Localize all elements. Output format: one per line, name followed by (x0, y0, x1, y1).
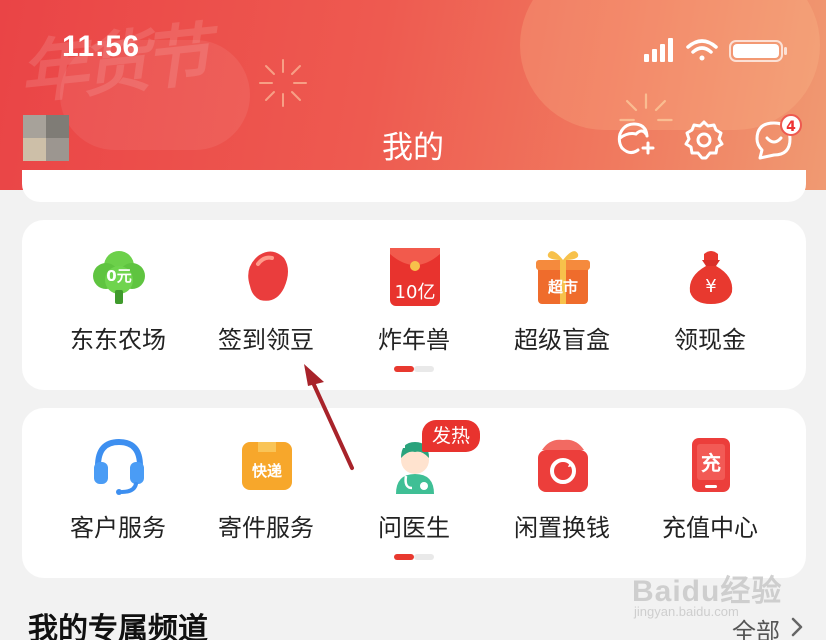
annotation-arrow-icon (304, 364, 354, 470)
package-icon: 快递 (242, 442, 292, 490)
watermark-url: jingyan.baidu.com (634, 604, 739, 619)
service-item-resell[interactable]: 闲置换钱 (488, 434, 636, 544)
tree-icon-text: 0元 (106, 267, 131, 285)
gift-box-icon: 超市 (536, 251, 590, 304)
wifi-icon (686, 39, 718, 61)
firework-decoration (259, 59, 307, 107)
service-item-mystery-box[interactable]: 超市 超级盲盒 (488, 246, 636, 356)
page-dot (414, 554, 434, 560)
money-bag-text: ¥ (705, 276, 716, 297)
service-label: 炸年兽 (378, 326, 450, 354)
recycle-icon (538, 439, 588, 492)
page-dot-active (394, 366, 414, 372)
add-friend-icon[interactable] (612, 118, 656, 162)
service-label: 签到领豆 (218, 326, 314, 354)
service-label: 东东农场 (70, 326, 166, 354)
account-card-bottom (22, 170, 806, 202)
service-label: 寄件服务 (218, 514, 314, 542)
gift-box-text: 超市 (547, 278, 578, 296)
phone-recharge-icon: 充 (692, 438, 730, 492)
signal-icon (644, 38, 673, 62)
service-label: 问医生 (378, 514, 450, 542)
settings-icon[interactable] (682, 118, 726, 162)
service-label: 客户服务 (70, 514, 166, 542)
services-card-1: 0元 东东农场 签到领豆 10亿 炸年兽 超市 超级盲盒 ¥ 领现金 (22, 220, 806, 390)
page-indicator (394, 366, 434, 372)
service-item-customer-service[interactable]: 客户服务 (44, 434, 192, 544)
package-text: 快递 (252, 462, 282, 480)
battery-icon (729, 40, 787, 62)
headset-icon (94, 438, 144, 495)
services-card-2: 客户服务 快递 寄件服务 问医生 闲置换钱 充 充值中心 (22, 408, 806, 578)
envelope-text: 10亿 (395, 282, 436, 303)
money-bag-icon: ¥ (689, 251, 733, 304)
status-time: 11:56 (62, 30, 140, 63)
service-label: 闲置换钱 (514, 514, 610, 542)
service-item-checkin-beans[interactable]: 签到领豆 (192, 246, 340, 356)
page-dot (414, 366, 434, 372)
message-badge: 4 (780, 114, 802, 136)
bean-icon (248, 251, 288, 301)
page-dot-active (394, 554, 414, 560)
service-item-farm[interactable]: 0元 东东农场 (44, 246, 192, 356)
red-envelope-icon: 10亿 (390, 248, 440, 306)
service-item-get-cash[interactable]: ¥ 领现金 (636, 246, 784, 356)
watermark: Baidu经验 jingyan.baidu.com (632, 566, 812, 626)
service-item-recharge[interactable]: 充 充值中心 (636, 434, 784, 544)
hot-tag: 发热 (422, 420, 480, 452)
tree-icon: 0元 (93, 251, 145, 304)
service-item-nian-beast[interactable]: 10亿 炸年兽 (340, 246, 488, 356)
recharge-text: 充 (701, 451, 721, 475)
service-label: 充值中心 (662, 514, 758, 542)
service-label: 超级盲盒 (514, 326, 610, 354)
status-bar-icons (644, 38, 787, 62)
service-label: 领现金 (674, 326, 746, 354)
page-indicator (394, 554, 434, 560)
channel-title: 我的专属频道 (28, 612, 208, 640)
header: 年货节 11:56 我的 4 (0, 0, 826, 190)
